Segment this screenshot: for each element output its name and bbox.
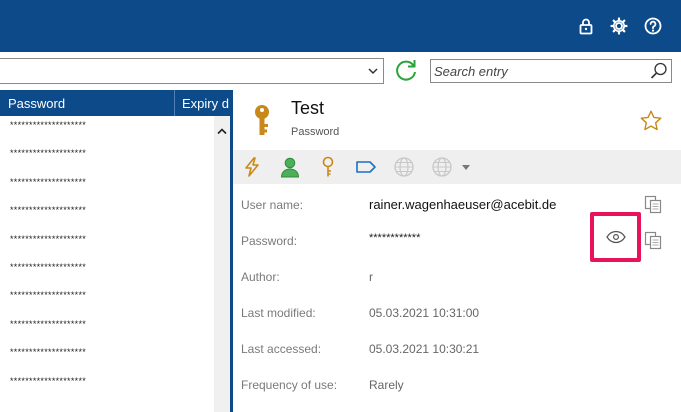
folder-path-dropdown[interactable] <box>0 58 384 84</box>
chevron-down-icon[interactable] <box>365 63 381 79</box>
copy-password-icon[interactable] <box>643 230 663 250</box>
value-frequency-of-use: Rarely <box>369 378 404 392</box>
label-last-accessed: Last accessed: <box>241 342 322 356</box>
autotype-icon[interactable] <box>241 156 263 178</box>
entry-title: Test <box>291 98 325 118</box>
label-author: Author: <box>241 270 280 284</box>
list-header: Password Expiry d <box>0 90 232 116</box>
action-bar <box>233 150 681 184</box>
user-icon[interactable] <box>279 156 301 178</box>
value-last-accessed: 05.03.2021 10:30:21 <box>369 342 480 356</box>
gear-icon[interactable] <box>609 16 629 36</box>
value-password[interactable]: ************ <box>369 232 420 244</box>
title-bar <box>0 0 681 52</box>
table-row[interactable]: ******************** <box>0 258 214 286</box>
caret-down-icon[interactable] <box>461 156 471 178</box>
scroll-up-icon[interactable] <box>217 122 227 135</box>
lock-icon[interactable] <box>576 16 596 36</box>
show-password-button[interactable] <box>590 212 641 262</box>
tag-icon[interactable] <box>355 156 377 178</box>
toolbar <box>0 52 681 90</box>
key-icon <box>251 104 273 138</box>
entry-detail-panel: Test Password User name: rainer.wagenhae… <box>233 90 681 412</box>
column-header-expiry[interactable]: Expiry d <box>182 96 232 111</box>
table-row[interactable]: ******************** <box>0 315 214 343</box>
table-row[interactable]: ******************** <box>0 144 214 172</box>
list-rows: ******************** *******************… <box>0 116 214 412</box>
search-box[interactable] <box>430 59 672 83</box>
table-row[interactable]: ******************** <box>0 343 214 371</box>
column-header-password[interactable]: Password <box>8 96 65 111</box>
search-input[interactable] <box>431 60 643 82</box>
table-row[interactable]: ******************** <box>0 372 214 400</box>
entry-list: Password Expiry d ******************** *… <box>0 90 232 412</box>
refresh-icon[interactable] <box>392 56 420 84</box>
vertical-scrollbar[interactable] <box>214 116 230 412</box>
value-author: r <box>369 270 373 284</box>
eye-icon[interactable] <box>606 230 626 244</box>
globe-icon[interactable] <box>393 156 415 178</box>
globe-dropdown-icon[interactable] <box>431 156 453 178</box>
label-user-name: User name: <box>241 198 304 212</box>
column-separator[interactable] <box>174 90 175 116</box>
key-icon[interactable] <box>317 156 339 178</box>
table-row[interactable]: ******************** <box>0 173 214 201</box>
copy-icon[interactable] <box>643 194 663 214</box>
entry-type: Password <box>291 126 340 138</box>
help-icon[interactable] <box>643 16 663 36</box>
star-icon[interactable] <box>639 109 663 133</box>
table-row[interactable]: ******************** <box>0 201 214 229</box>
table-row[interactable]: ******************** <box>0 286 214 314</box>
label-password: Password: <box>241 234 298 248</box>
search-icon[interactable] <box>649 61 669 81</box>
value-last-modified: 05.03.2021 10:31:00 <box>369 306 480 320</box>
value-user-name[interactable]: rainer.wagenhaeuser@acebit.de <box>369 197 556 212</box>
label-frequency-of-use: Frequency of use: <box>241 378 338 392</box>
table-row[interactable]: ******************** <box>0 230 214 258</box>
label-last-modified: Last modified: <box>241 306 316 320</box>
table-row[interactable]: ******************** <box>0 116 214 144</box>
